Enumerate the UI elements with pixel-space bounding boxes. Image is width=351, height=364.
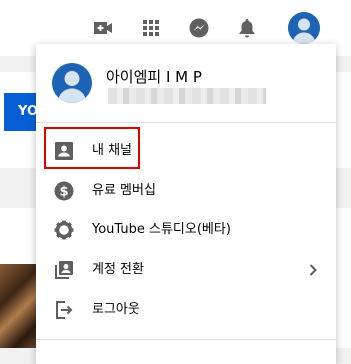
menu-item-switch-account[interactable]: 계정 전환 [36,250,336,290]
account-name: 아이엠피 I M P [106,68,202,86]
menu-item-label: YouTube 스튜디오(베타) [92,222,231,237]
account-avatar-large [52,63,92,103]
notifications-bell-icon[interactable] [235,16,259,40]
video-thumbnail[interactable] [0,264,38,348]
messages-icon[interactable] [187,16,211,40]
menu-divider [36,339,336,340]
menu-item-label: 로그아웃 [92,302,140,317]
menu-item-studio[interactable]: YouTube 스튜디오(베타) [36,210,336,250]
my-channel-highlight-box [44,127,140,169]
switch-account-icon [52,258,76,282]
create-video-icon[interactable] [91,16,115,40]
menu-item-sign-out[interactable]: 로그아웃 [36,290,336,330]
account-email-redacted [108,88,266,104]
menu-item-label: 계정 전환 [92,262,144,277]
account-header: 아이엠피 I M P [36,44,336,122]
gear-icon [52,218,76,242]
account-menu: 아이엠피 I M P 내 채널 $ 유료 멤버십 YouTube 스튜디오(베타… [36,44,336,364]
menu-item-label: 유료 멤버십 [92,183,156,198]
menu-item-paid-memberships[interactable]: $ 유료 멤버십 [36,171,336,211]
dollar-circle-icon: $ [52,179,76,203]
apps-grid-icon[interactable] [139,16,163,40]
svg-text:$: $ [59,185,68,200]
chevron-right-icon [301,258,325,282]
account-avatar[interactable] [288,12,320,44]
sign-out-icon [52,298,76,322]
menu-divider [36,122,336,123]
